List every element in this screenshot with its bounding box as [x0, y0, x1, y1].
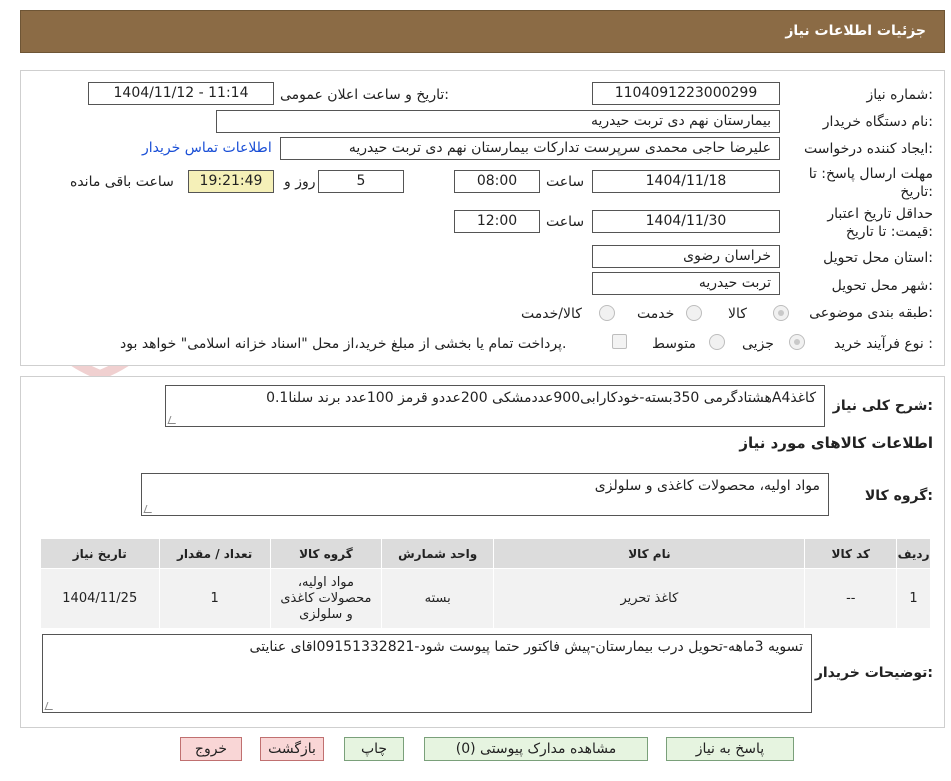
city-label: شهر محل تحویل: [831, 278, 933, 294]
cell-quantity: 1 [158, 568, 271, 629]
process-radio-medium[interactable] [709, 334, 725, 350]
cell-row-number: 1 [896, 568, 931, 629]
category-label: طبقه بندی موضوعی: [809, 305, 933, 321]
resize-grip-icon[interactable] [143, 505, 155, 513]
process-option-medium: متوسط [652, 336, 696, 352]
category-option-goods: کالا [728, 306, 747, 322]
resize-grip-icon[interactable] [44, 702, 56, 710]
days-label: روز و [284, 174, 316, 190]
validity-time-label: ساعت [546, 214, 585, 230]
announce-date-label: تاریخ و ساعت اعلان عمومی: [280, 87, 449, 103]
column-header-name: نام کالا [493, 538, 806, 569]
view-attachments-button[interactable]: مشاهده مدارک پیوستی (0) [424, 737, 648, 761]
column-header-code: کد کالا [804, 538, 898, 569]
remaining-time-label: ساعت باقی مانده [70, 174, 174, 190]
requester-label: ایجاد کننده درخواست: [804, 141, 933, 157]
buyer-org-field: بیمارستان نهم دی تربت حیدریه [216, 110, 780, 133]
buyer-notes-text: تسویه 3ماهه-تحویل درب بیمارستان-پیش فاکت… [249, 639, 803, 655]
resize-grip-icon[interactable] [167, 416, 179, 424]
treasury-payment-checkbox[interactable] [612, 334, 627, 349]
back-button[interactable]: بازگشت [260, 737, 324, 761]
treasury-payment-note: پرداخت تمام یا بخشی از مبلغ خرید،از محل … [120, 336, 567, 352]
deadline-label: مهلت ارسال پاسخ: تا [808, 166, 933, 182]
validity-label: حداقل تاریخ اعتبار [827, 206, 933, 222]
exit-button[interactable]: خروج [180, 737, 242, 761]
cell-unit: بسته [381, 568, 495, 629]
category-radio-service[interactable] [686, 305, 702, 321]
buyer-contact-link[interactable]: اطلاعات تماس خریدار [142, 140, 272, 156]
validity-date-field: 1404/11/30 [592, 210, 780, 233]
cell-code: -- [804, 568, 898, 629]
summary-textarea[interactable]: کاغذA4هشتادگرمی 350بسته-خودکارابی900عددم… [165, 385, 825, 427]
goods-group-label: گروه کالا: [864, 488, 933, 504]
category-radio-goods[interactable] [773, 305, 789, 321]
process-type-label: نوع فرآیند خرید : [834, 336, 933, 352]
category-option-goods-service: کالا/خدمت [521, 306, 582, 322]
cell-date: 1404/11/25 [40, 568, 160, 629]
deadline-date-field: 1404/11/18 [592, 170, 780, 193]
print-button[interactable]: چاپ [344, 737, 404, 761]
table-header-row: ردیف کد کالا نام کالا واحد شمارش گروه کا… [40, 538, 931, 569]
goods-group-text: مواد اولیه، محصولات کاغذی و سلولزی [594, 478, 820, 494]
cell-group: مواد اولیه، محصولات کاغذی و سلولزی [269, 568, 383, 629]
need-number-field: 1104091223000299 [592, 82, 780, 105]
column-header-group: گروه کالا [269, 538, 383, 569]
days-remaining-field: 5 [318, 170, 404, 193]
deadline-time-field: 08:00 [454, 170, 540, 193]
city-field: تربت حیدریه [592, 272, 780, 295]
column-header-unit: واحد شمارش [381, 538, 495, 569]
table-row: 1 -- کاغذ تحریر بسته مواد اولیه، محصولات… [40, 568, 931, 629]
announce-date-field: 1404/11/12 - 11:14 [88, 82, 274, 105]
validity-time-field: 12:00 [454, 210, 540, 233]
remaining-time-field: 19:21:49 [188, 170, 274, 193]
buyer-notes-textarea[interactable]: تسویه 3ماهه-تحویل درب بیمارستان-پیش فاکت… [42, 634, 812, 713]
deadline-time-label: ساعت [546, 174, 585, 190]
summary-label: شرح کلی نیاز: [832, 398, 933, 414]
column-header-quantity: تعداد / مقدار [158, 538, 271, 569]
goods-table: ردیف کد کالا نام کالا واحد شمارش گروه کا… [40, 538, 931, 629]
goods-group-textarea[interactable]: مواد اولیه، محصولات کاغذی و سلولزی [141, 473, 829, 516]
validity-label-date: قیمت: تا تاریخ: [845, 224, 933, 240]
column-header-date: تاریخ نیاز [40, 538, 160, 569]
need-number-label: شماره نیاز: [866, 87, 933, 103]
buyer-org-label: نام دستگاه خریدار: [822, 114, 933, 130]
deadline-label-date: تاریخ: [900, 184, 933, 200]
cell-name: کاغذ تحریر [493, 568, 806, 629]
province-label: استان محل تحویل: [823, 250, 933, 266]
goods-section-title: اطلاعات کالاهای مورد نیاز [739, 434, 933, 452]
summary-text: کاغذA4هشتادگرمی 350بسته-خودکارابی900عددم… [266, 390, 816, 406]
reply-button[interactable]: پاسخ به نیاز [666, 737, 794, 761]
buyer-notes-label: توضیحات خریدار: [814, 665, 933, 681]
column-header-row-number: ردیف [896, 538, 931, 569]
province-field: خراسان رضوی [592, 245, 780, 268]
process-option-minor: جزیی [742, 336, 774, 352]
category-option-service: خدمت [637, 306, 675, 322]
page-title: جزئیات اطلاعات نیاز [785, 23, 926, 39]
category-radio-goods-service[interactable] [599, 305, 615, 321]
page-header: جزئیات اطلاعات نیاز [20, 10, 945, 53]
requester-field: علیرضا حاجی محمدی سرپرست تدارکات بیمارست… [280, 137, 780, 160]
process-radio-minor[interactable] [789, 334, 805, 350]
